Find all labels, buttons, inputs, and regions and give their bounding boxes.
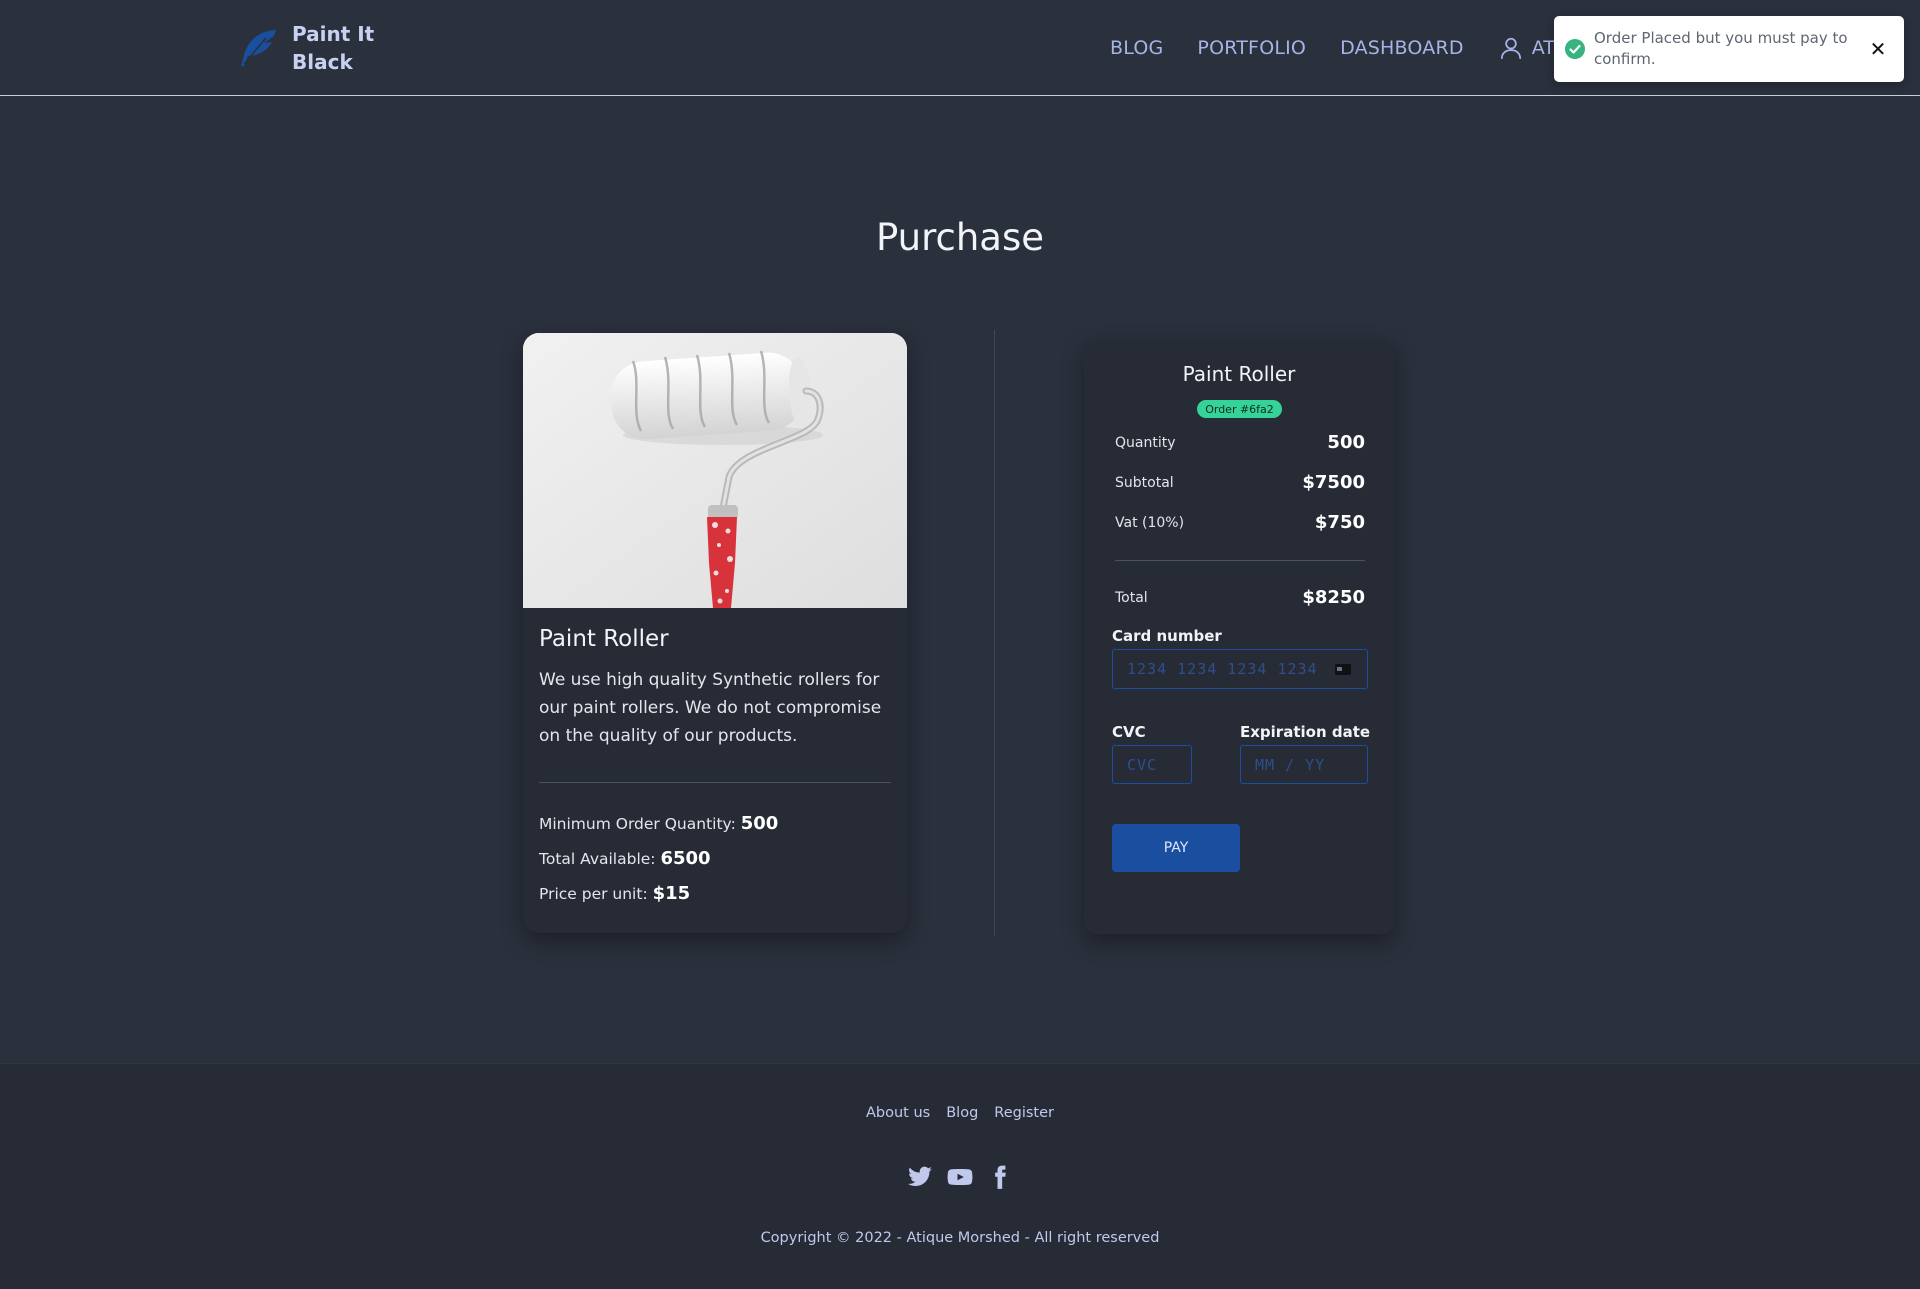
credit-card-icon xyxy=(1335,664,1351,675)
spec-available: Total Available: 6500 xyxy=(539,848,891,869)
footer-link-blog[interactable]: Blog xyxy=(946,1105,978,1121)
vertical-divider xyxy=(994,330,995,936)
cvc-input[interactable]: CVC xyxy=(1112,745,1192,784)
order-summary-card: Paint Roller Order #6fa2 Quantity 500 Su… xyxy=(1084,340,1394,934)
vat-value: $750 xyxy=(1314,512,1365,533)
card-number-label: Card number xyxy=(1112,627,1222,645)
card-number-input[interactable]: 1234 1234 1234 1234 xyxy=(1112,649,1368,689)
feather-icon xyxy=(241,30,276,66)
footer-link-register[interactable]: Register xyxy=(994,1105,1054,1121)
cvc-label: CVC xyxy=(1112,723,1146,741)
order-row-subtotal: Subtotal $7500 xyxy=(1115,472,1365,493)
user-icon xyxy=(1500,37,1521,59)
footer-link-about[interactable]: About us xyxy=(866,1105,930,1121)
social-links xyxy=(0,1164,1920,1190)
spec-min-order: Minimum Order Quantity: 500 xyxy=(539,813,891,834)
close-icon[interactable]: ✕ xyxy=(1866,37,1890,61)
quantity-label: Quantity xyxy=(1115,434,1176,451)
footer-links: About us Blog Register xyxy=(0,1105,1920,1121)
nav-portfolio[interactable]: PORTFOLIO xyxy=(1197,37,1306,59)
product-name: Paint Roller xyxy=(539,626,669,652)
footer: About us Blog Register Copyright © 2022 … xyxy=(0,1063,1920,1289)
nav-dashboard[interactable]: DASHBOARD xyxy=(1340,37,1464,59)
order-id-badge: Order #6fa2 xyxy=(1197,400,1282,418)
spec-available-value: 6500 xyxy=(660,848,711,869)
order-row-vat: Vat (10%) $750 xyxy=(1115,512,1365,533)
expiry-placeholder: MM / YY xyxy=(1255,755,1326,774)
spec-min-order-label: Minimum Order Quantity: xyxy=(539,815,736,833)
card-number-placeholder: 1234 1234 1234 1234 xyxy=(1127,660,1318,678)
spec-available-label: Total Available: xyxy=(539,850,656,868)
order-row-quantity: Quantity 500 xyxy=(1115,432,1365,453)
brand-logo[interactable]: Paint It Black xyxy=(236,18,382,78)
product-card: Paint Roller We use high quality Synthet… xyxy=(523,333,907,933)
toast-notification: Order Placed but you must pay to confirm… xyxy=(1554,16,1904,82)
quantity-value: 500 xyxy=(1327,432,1365,453)
page-title: Purchase xyxy=(875,216,1045,259)
brand-name: Paint It Black xyxy=(292,22,375,74)
divider xyxy=(539,782,891,783)
subtotal-label: Subtotal xyxy=(1115,474,1174,491)
paint-roller-image xyxy=(523,333,907,608)
spec-price: Price per unit: $15 xyxy=(539,883,891,904)
check-circle-icon xyxy=(1565,39,1585,59)
divider xyxy=(1115,560,1365,561)
pay-button[interactable]: PAY xyxy=(1112,824,1240,872)
spec-min-order-value: 500 xyxy=(740,813,779,834)
copyright-text: Copyright © 2022 - Atique Morshed - All … xyxy=(760,1230,1160,1246)
product-image xyxy=(523,333,907,608)
nav-links: BLOG PORTFOLIO DASHBOARD ATIQ xyxy=(1110,30,1575,66)
expiry-input[interactable]: MM / YY xyxy=(1240,745,1368,784)
spec-price-label: Price per unit: xyxy=(539,885,648,903)
facebook-icon[interactable] xyxy=(987,1164,1013,1190)
total-label: Total xyxy=(1115,589,1148,606)
youtube-icon[interactable] xyxy=(947,1164,973,1190)
subtotal-value: $7500 xyxy=(1302,472,1365,493)
twitter-icon[interactable] xyxy=(907,1164,933,1190)
product-description: We use high quality Synthetic rollers fo… xyxy=(539,670,882,746)
total-value: $8250 xyxy=(1302,587,1365,608)
spec-price-value: $15 xyxy=(652,883,691,904)
nav-blog[interactable]: BLOG xyxy=(1110,37,1163,59)
vat-label: Vat (10%) xyxy=(1115,514,1185,531)
expiry-label: Expiration date xyxy=(1240,723,1371,741)
cvc-placeholder: CVC xyxy=(1127,755,1158,774)
toast-message: Order Placed but you must pay to confirm… xyxy=(1594,29,1848,68)
order-row-total: Total $8250 xyxy=(1115,587,1365,608)
order-title: Paint Roller xyxy=(1182,362,1296,386)
